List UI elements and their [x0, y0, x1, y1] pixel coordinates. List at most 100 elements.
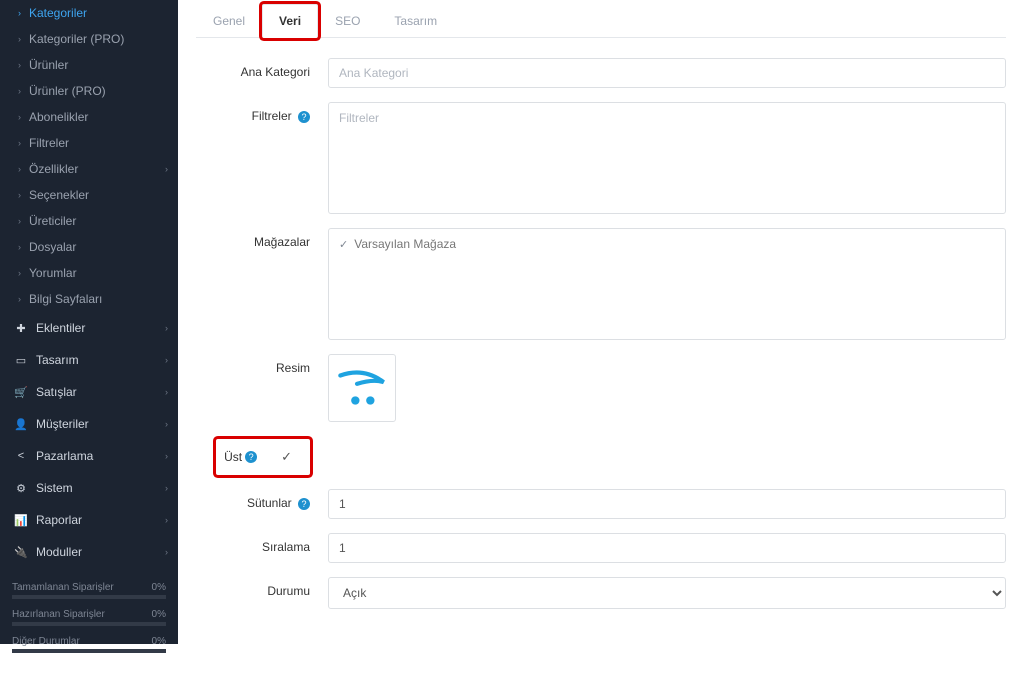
sidebar-item-tasarim[interactable]: ▭ Tasarım ›: [0, 344, 178, 376]
stat-bar: [12, 650, 166, 653]
chevron-right-icon: ›: [18, 216, 21, 226]
filtreler-input[interactable]: [339, 111, 995, 125]
chevron-right-icon: ›: [18, 190, 21, 200]
sidebar-item-eklentiler[interactable]: ✚ Eklentiler ›: [0, 312, 178, 344]
sidebar-item-sistem[interactable]: ⚙ Sistem ›: [0, 472, 178, 504]
row-sutunlar: Sütunlar ?: [196, 489, 1006, 519]
sidebar-item-label: Kategoriler: [29, 6, 87, 20]
sidebar-item-musteriler[interactable]: 👤 Müşteriler ›: [0, 408, 178, 440]
tab-genel[interactable]: Genel: [196, 4, 262, 37]
sidebar-item-yorumlar[interactable]: › Yorumlar: [0, 260, 178, 286]
tab-veri[interactable]: Veri: [262, 4, 318, 38]
label-durumu: Durumu: [196, 577, 328, 598]
help-icon[interactable]: ?: [298, 498, 310, 510]
sutunlar-input[interactable]: [328, 489, 1006, 519]
sidebar-item-label: Kategoriler (PRO): [29, 32, 124, 46]
chevron-right-icon: ›: [18, 86, 21, 96]
sidebar-item-label: Dosyalar: [29, 240, 76, 254]
chevron-right-icon: ›: [165, 323, 168, 333]
sidebar-item-label: Satışlar: [36, 385, 77, 399]
tab-bar: Genel Veri SEO Tasarım: [196, 4, 1006, 38]
label-siralama: Sıralama: [196, 533, 328, 554]
stat-label: Diğer Durumlar: [12, 636, 80, 647]
row-ana-kategori: Ana Kategori: [196, 58, 1006, 88]
magazalar-box[interactable]: ✓ Varsayılan Mağaza: [328, 228, 1006, 340]
stat-bar: [12, 596, 166, 599]
sidebar-item-ureticiler[interactable]: › Üreticiler: [0, 208, 178, 234]
sidebar-item-label: Üreticiler: [29, 214, 76, 228]
sidebar-item-bilgi-sayfalari[interactable]: › Bilgi Sayfaları: [0, 286, 178, 312]
row-durumu: Durumu Açık: [196, 577, 1006, 609]
durumu-select[interactable]: Açık: [328, 577, 1006, 609]
row-filtreler: Filtreler ?: [196, 102, 1006, 214]
chevron-right-icon: ›: [18, 164, 21, 174]
sidebar-item-abonelikler[interactable]: › Abonelikler: [0, 104, 178, 130]
siralama-input[interactable]: [328, 533, 1006, 563]
chevron-right-icon: ›: [165, 164, 168, 174]
chevron-right-icon: ›: [18, 242, 21, 252]
filtreler-box[interactable]: [328, 102, 1006, 214]
sidebar-item-label: Pazarlama: [36, 449, 93, 463]
sidebar-item-moduller[interactable]: 🔌 Moduller ›: [0, 536, 178, 568]
share-icon: <: [14, 450, 28, 462]
sidebar-item-ozellikler[interactable]: › Özellikler ›: [0, 156, 178, 182]
sidebar-item-raporlar[interactable]: 📊 Raporlar ›: [0, 504, 178, 536]
sidebar-item-label: Seçenekler: [29, 188, 89, 202]
label-ana-kategori: Ana Kategori: [196, 58, 328, 79]
ust-checkbox[interactable]: ✓: [271, 445, 302, 469]
sidebar-item-pazarlama[interactable]: < Pazarlama ›: [0, 440, 178, 472]
check-icon: ✓: [339, 238, 348, 251]
sidebar: › Kategoriler › Kategoriler (PRO) › Ürün…: [0, 0, 178, 644]
form-area: Ana Kategori Filtreler ? Mağazalar: [196, 38, 1006, 609]
tab-tasarim[interactable]: Tasarım: [377, 4, 454, 37]
desktop-icon: ▭: [14, 354, 28, 367]
sidebar-item-satislar[interactable]: 🛒 Satışlar ›: [0, 376, 178, 408]
row-ust: Üst ? ✓: [196, 436, 1006, 475]
sidebar-item-label: Bilgi Sayfaları: [29, 292, 102, 306]
help-icon[interactable]: ?: [298, 111, 310, 123]
sidebar-item-filtreler[interactable]: › Filtreler: [0, 130, 178, 156]
sidebar-item-label: Sistem: [36, 481, 73, 495]
store-default[interactable]: ✓ Varsayılan Mağaza: [339, 237, 995, 251]
puzzle-icon: ✚: [14, 322, 28, 335]
chevron-right-icon: ›: [165, 547, 168, 557]
chevron-right-icon: ›: [165, 355, 168, 365]
sidebar-item-label: Tasarım: [36, 353, 79, 367]
sidebar-item-label: Ürünler (PRO): [29, 84, 106, 98]
chevron-right-icon: ›: [18, 8, 21, 18]
stat-row-processing: Hazırlanan Siparişler 0%: [12, 605, 166, 623]
stat-value: 0%: [152, 636, 166, 647]
chevron-right-icon: ›: [18, 294, 21, 304]
chevron-right-icon: ›: [18, 34, 21, 44]
sidebar-item-urunler[interactable]: › Ürünler: [0, 52, 178, 78]
label-ust: Üst ? ✓: [196, 436, 328, 475]
main: Genel Veri SEO Tasarım Ana Kategori Filt…: [178, 0, 1024, 644]
chevron-right-icon: ›: [165, 515, 168, 525]
tab-seo[interactable]: SEO: [318, 4, 377, 37]
label-filtreler: Filtreler ?: [196, 102, 328, 123]
sidebar-item-kategoriler[interactable]: › Kategoriler: [0, 0, 178, 26]
sidebar-item-kategoriler-pro[interactable]: › Kategoriler (PRO): [0, 26, 178, 52]
image-thumbnail[interactable]: [328, 354, 396, 422]
cart-icon: 🛒: [14, 386, 28, 399]
sidebar-item-urunler-pro[interactable]: › Ürünler (PRO): [0, 78, 178, 104]
sidebar-item-secenekler[interactable]: › Seçenekler: [0, 182, 178, 208]
stat-row-completed: Tamamlanan Siparişler 0%: [12, 578, 166, 596]
chevron-right-icon: ›: [18, 60, 21, 70]
opencart-logo-icon: [337, 366, 387, 410]
sidebar-item-label: Ürünler: [29, 58, 68, 72]
stat-value: 0%: [152, 609, 166, 620]
sidebar-item-dosyalar[interactable]: › Dosyalar: [0, 234, 178, 260]
chevron-right-icon: ›: [165, 483, 168, 493]
label-resim: Resim: [196, 354, 328, 375]
sidebar-item-label: Eklentiler: [36, 321, 85, 335]
chevron-right-icon: ›: [18, 138, 21, 148]
row-magazalar: Mağazalar ✓ Varsayılan Mağaza: [196, 228, 1006, 340]
ana-kategori-input[interactable]: [328, 58, 1006, 88]
chevron-right-icon: ›: [165, 451, 168, 461]
help-icon[interactable]: ?: [245, 451, 257, 463]
sidebar-item-label: Filtreler: [29, 136, 69, 150]
check-icon: ✓: [281, 449, 292, 465]
gear-icon: ⚙: [14, 482, 28, 495]
sidebar-item-label: Yorumlar: [29, 266, 77, 280]
